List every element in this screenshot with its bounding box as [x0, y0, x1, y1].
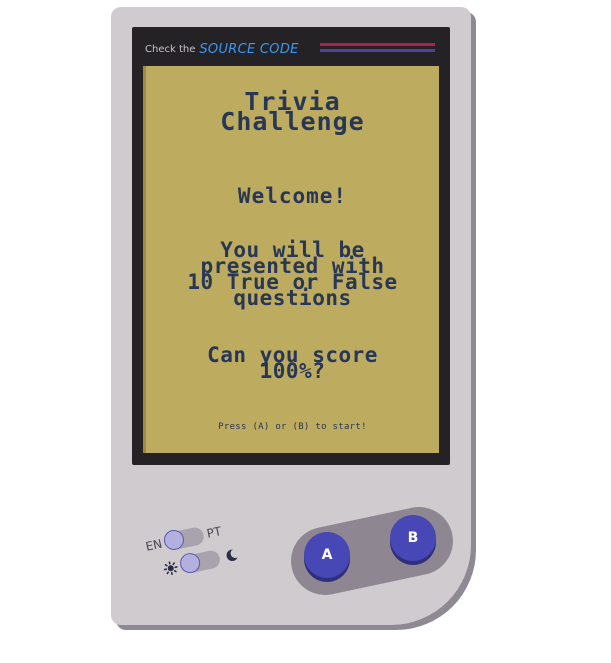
game-title: Trivia Challenge: [146, 89, 439, 136]
source-code-bar: Check the SOURCE CODE: [145, 40, 299, 58]
sun-icon: [161, 559, 180, 578]
language-toggle-knob: [161, 528, 186, 552]
blue-stripe: [320, 49, 435, 52]
theme-toggle-knob: [178, 551, 202, 575]
red-stripe: [320, 43, 435, 46]
language-toggle[interactable]: [161, 525, 205, 552]
question-line: 100%?: [259, 359, 326, 383]
b-button[interactable]: B: [390, 515, 436, 561]
description-text: You will be presented with 10 True or Fa…: [158, 240, 427, 309]
lang-pt-label: PT: [205, 524, 223, 541]
moon-icon: [222, 546, 241, 565]
start-prompt: Press (A) or (B) to start!: [218, 422, 367, 432]
source-prefix-text: Check the: [145, 43, 196, 55]
a-button[interactable]: A: [304, 532, 350, 578]
challenge-question: Can you score 100%?: [166, 345, 419, 383]
lcd-screen: Trivia Challenge Welcome! You will be pr…: [143, 66, 439, 453]
decorative-stripes: [320, 43, 435, 52]
title-line-2: Challenge: [220, 107, 365, 136]
lang-en-label: EN: [144, 536, 164, 554]
welcome-text: Welcome!: [237, 184, 348, 208]
source-code-link[interactable]: SOURCE CODE: [199, 42, 298, 57]
